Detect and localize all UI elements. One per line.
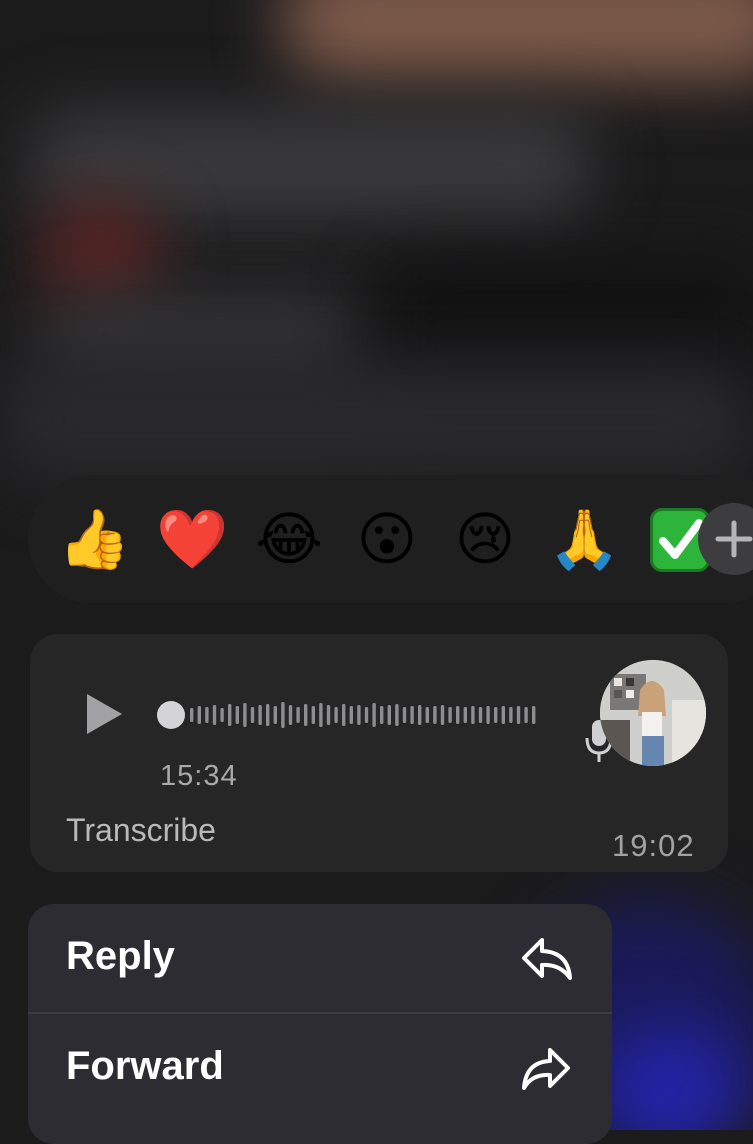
- menu-item-label: Forward: [66, 1044, 224, 1088]
- play-icon[interactable]: [84, 692, 124, 736]
- waveform-bar: [448, 707, 452, 723]
- waveform-bar: [311, 706, 315, 724]
- waveform-bar: [197, 706, 201, 724]
- waveform-bar: [304, 704, 308, 726]
- menu-item-label: Reply: [66, 934, 175, 978]
- waveform-bar: [288, 705, 293, 725]
- waveform-bar: [281, 702, 285, 728]
- menu-item-forward[interactable]: Forward: [28, 1014, 612, 1122]
- reply-arrow-icon: [522, 938, 572, 980]
- waveform-bar: [410, 706, 414, 724]
- waveform-bar: [380, 706, 384, 724]
- waveform-bar: [372, 703, 376, 727]
- waveform-bar: [273, 706, 277, 724]
- waveform-bar: [258, 705, 262, 725]
- waveform-bar: [418, 705, 422, 725]
- waveform-bar: [228, 704, 232, 726]
- waveform-bar: [532, 706, 536, 724]
- message-timestamp: 19:02: [612, 828, 695, 863]
- waveform-bar: [243, 703, 247, 727]
- waveform-bar: [190, 708, 194, 722]
- waveform-bar: [425, 707, 429, 723]
- waveform-bar: [433, 706, 437, 724]
- face-with-open-mouth-icon[interactable]: 😮: [352, 504, 422, 574]
- waveform-bar: [319, 703, 323, 727]
- waveform-bar: [524, 707, 528, 723]
- waveform-bar: [471, 706, 475, 724]
- menu-item-reply[interactable]: Reply: [28, 904, 612, 1012]
- waveform-bar: [402, 707, 407, 723]
- waveform-bar: [326, 705, 331, 725]
- red-heart-icon[interactable]: ❤️: [156, 504, 228, 574]
- transcribe-button[interactable]: Transcribe: [66, 812, 216, 849]
- forward-arrow-icon: [522, 1048, 570, 1090]
- crying-face-icon[interactable]: 😢: [450, 504, 520, 574]
- waveform-bar: [440, 705, 445, 725]
- waveform-bar: [463, 707, 467, 723]
- waveform-bar: [357, 705, 361, 725]
- waveform-bar: [456, 706, 460, 724]
- waveform-bar: [212, 705, 217, 725]
- voice-duration: 15:34: [160, 760, 238, 792]
- waveform-bar: [395, 704, 399, 726]
- waveform-bar: [509, 707, 513, 723]
- waveform-bar: [266, 704, 270, 726]
- waveform-bar: [296, 707, 300, 723]
- waveform-bar: [334, 707, 338, 723]
- folded-hands-icon[interactable]: 🙏: [548, 504, 620, 574]
- waveform-bar: [478, 707, 483, 723]
- sender-avatar[interactable]: [600, 660, 706, 766]
- plus-icon: [715, 520, 753, 558]
- waveform-bar: [342, 704, 346, 726]
- waveform-bar: [220, 708, 224, 722]
- waveform-bar: [235, 706, 239, 724]
- waveform-bar: [486, 706, 490, 724]
- waveform-bar: [250, 707, 255, 723]
- waveform-bar: [501, 706, 505, 724]
- waveform-bar: [364, 707, 369, 723]
- voice-waveform[interactable]: [156, 700, 550, 730]
- message-context-menu: Reply Forward: [28, 904, 612, 1144]
- waveform-bar: [205, 707, 209, 723]
- thumbs-up-icon[interactable]: 👍: [58, 504, 130, 574]
- waveform-bar: [516, 706, 521, 724]
- waveform-bar: [387, 705, 391, 725]
- face-with-tears-of-joy-icon[interactable]: 😂: [254, 504, 324, 574]
- waveform-bar: [494, 707, 498, 723]
- waveform-bar: [349, 706, 353, 724]
